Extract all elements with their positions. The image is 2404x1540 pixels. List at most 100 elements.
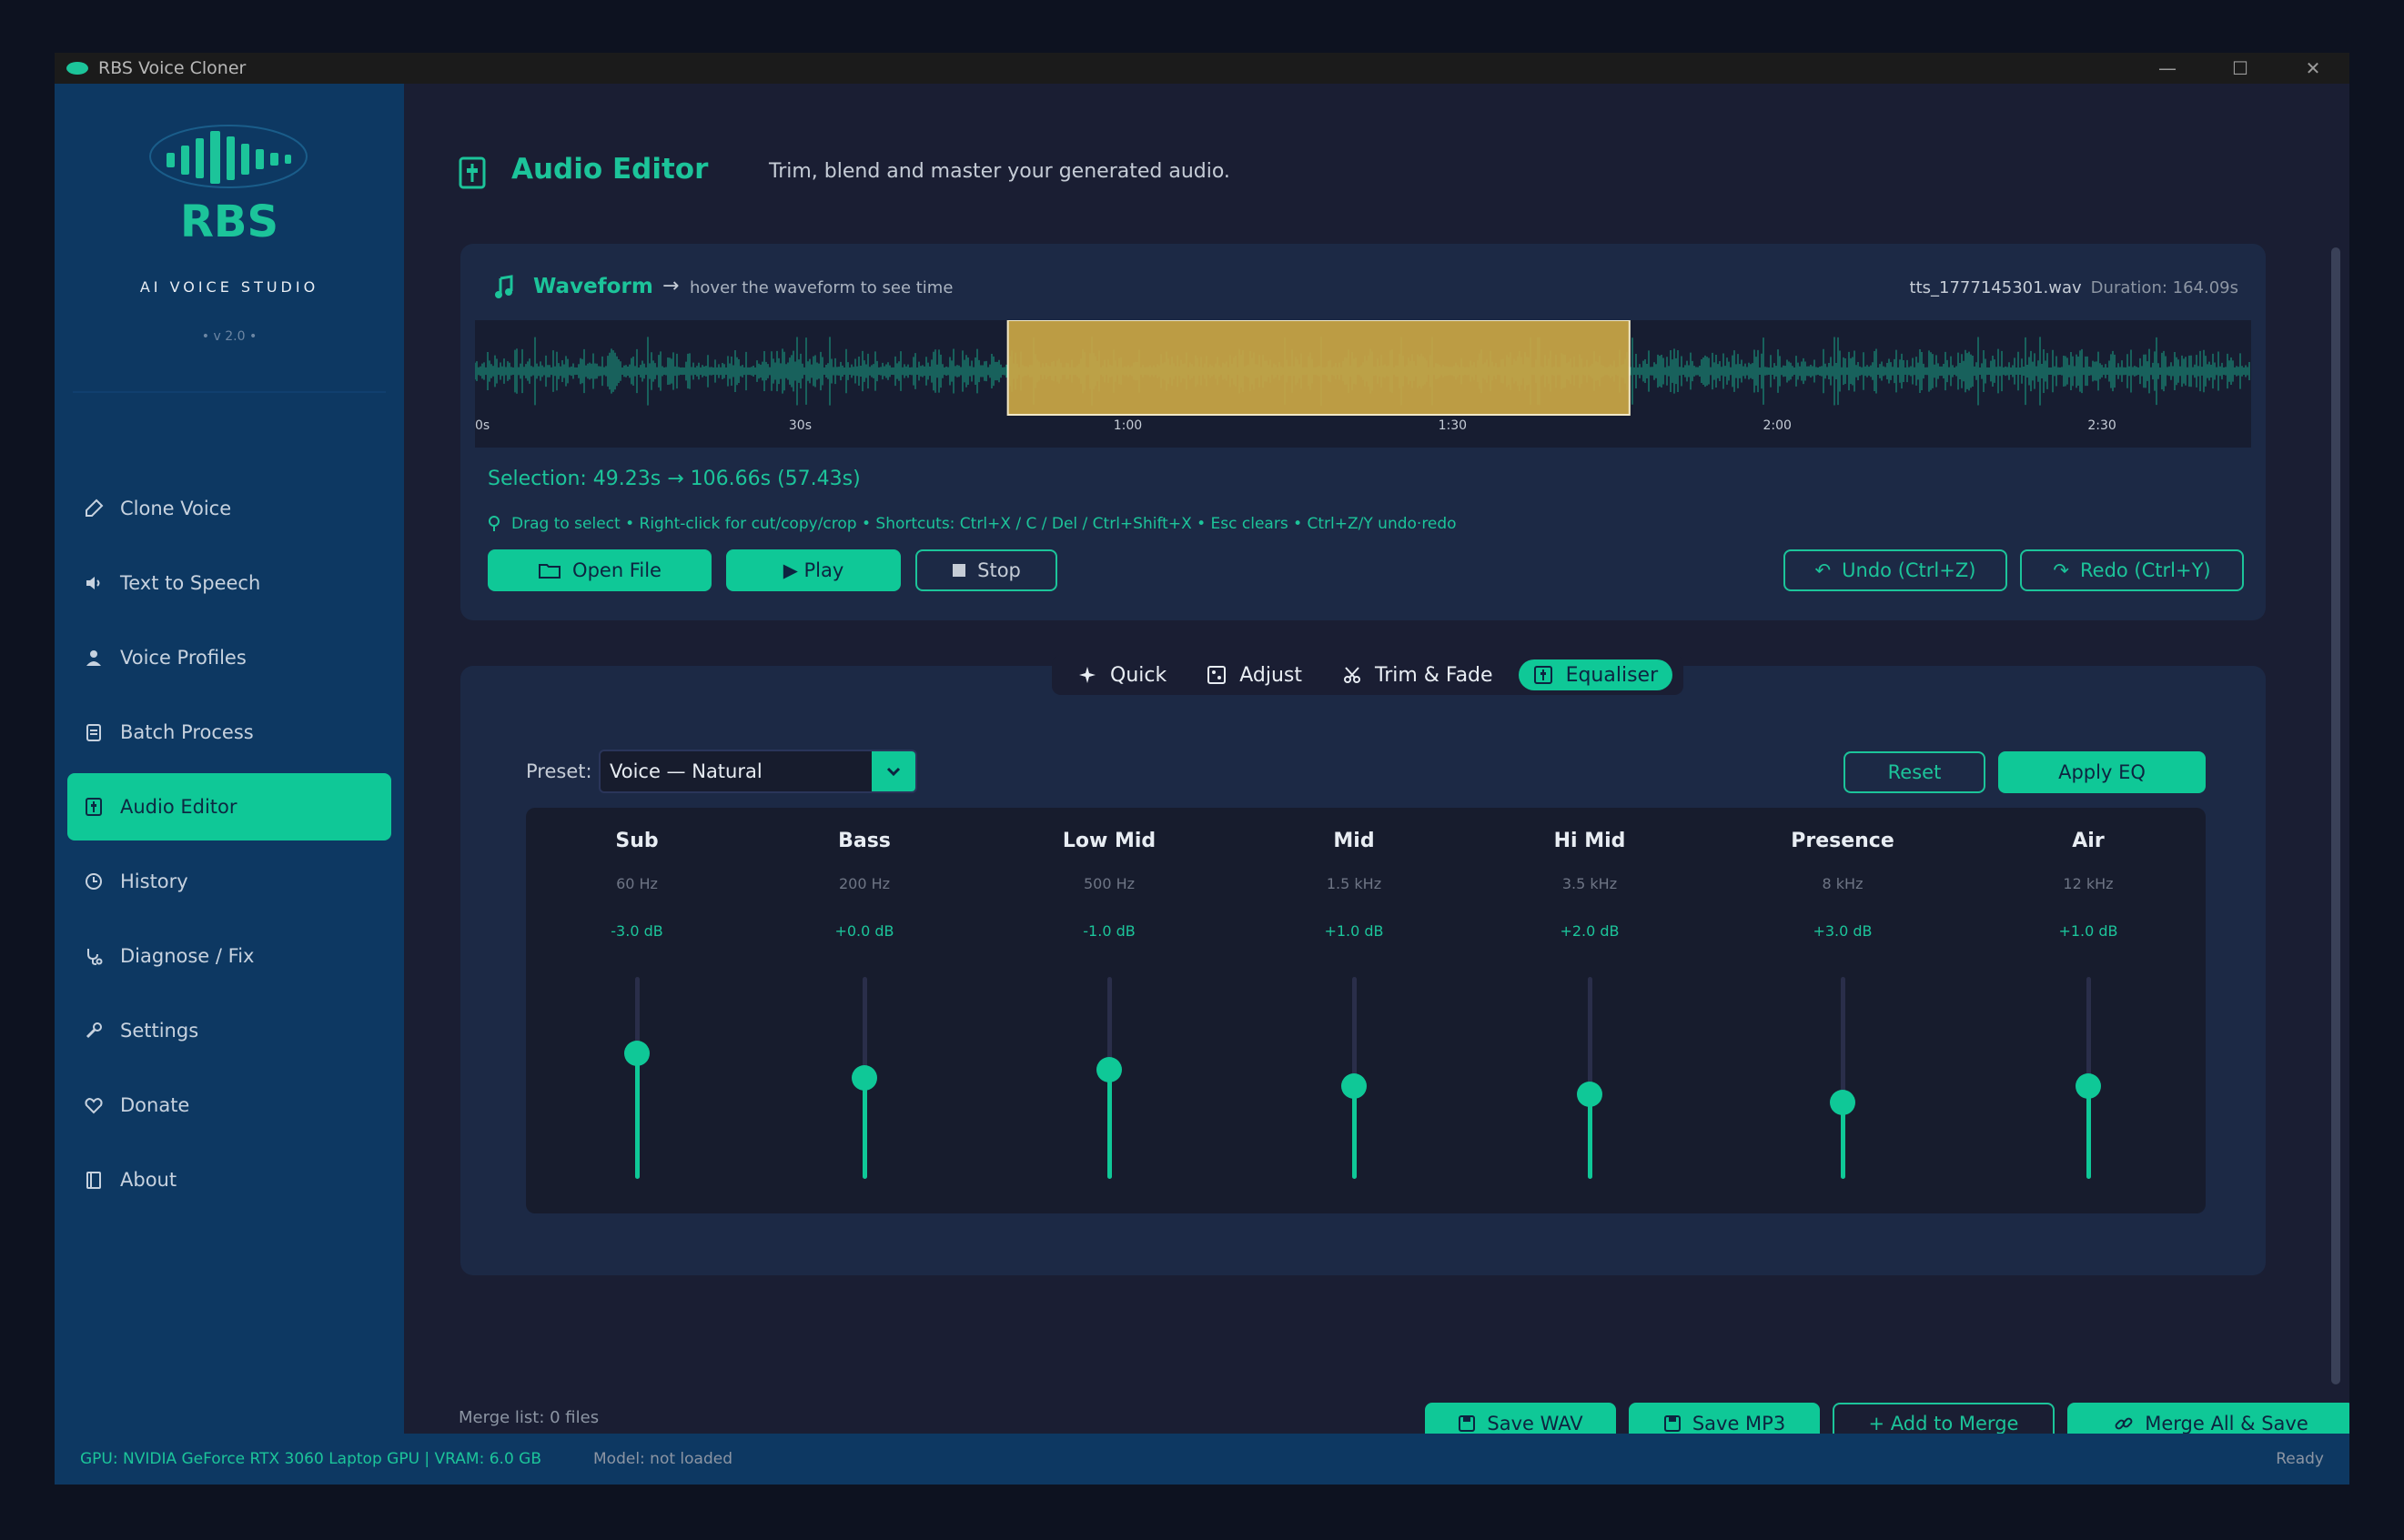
- logo: RBS AI VOICE STUDIO • v 2.0 •: [55, 84, 404, 402]
- tab-equaliser[interactable]: Equaliser: [1518, 659, 1673, 690]
- time-tick-label: 2:30: [2087, 418, 2116, 433]
- eq-band-name: Air: [2072, 830, 2105, 852]
- sidebar-item-label: Clone Voice: [120, 498, 232, 519]
- sidebar-item-label: Text to Speech: [120, 572, 261, 594]
- gpu-status: GPU: NVIDIA GeForce RTX 3060 Laptop GPU …: [80, 1450, 542, 1468]
- page-subtitle: Trim, blend and master your generated au…: [769, 160, 1230, 183]
- scrollbar[interactable]: [2331, 247, 2340, 1384]
- wrench-icon: [82, 1019, 106, 1042]
- sidebar-item-label: History: [120, 871, 188, 892]
- logo-text: RBS: [179, 196, 279, 247]
- sidebar-item-clone-voice[interactable]: Clone Voice: [67, 475, 391, 542]
- effects-card: Quick Adjust Trim & Fade Equaliser Prese…: [460, 655, 2266, 1275]
- waveform-hint: hover the waveform to see time: [690, 278, 954, 297]
- eq-band-low-mid: Low Mid 500 Hz -1.0 dB: [1027, 808, 1191, 1213]
- sidebar-item-diagnose[interactable]: Diagnose / Fix: [67, 922, 391, 990]
- reset-eq-button[interactable]: Reset: [1843, 751, 1985, 793]
- eq-slider-handle[interactable]: [1341, 1072, 1367, 1099]
- eq-band-frequency: 1.5 kHz: [1326, 875, 1382, 892]
- eq-band-frequency: 60 Hz: [616, 875, 658, 892]
- folder-icon: [538, 561, 561, 579]
- play-button[interactable]: ▶ Play: [726, 549, 901, 591]
- eq-slider-fill: [2086, 1085, 2091, 1179]
- sidebar-item-text-to-speech[interactable]: Text to Speech: [67, 549, 391, 617]
- sidebar-item-label: Batch Process: [120, 721, 254, 743]
- sidebar-item-label: Audio Editor: [120, 796, 237, 818]
- preset-select[interactable]: Voice — Natural: [599, 750, 917, 793]
- close-button[interactable]: ✕: [2277, 53, 2349, 84]
- eq-slider-handle[interactable]: [1830, 1089, 1855, 1115]
- tab-trim-fade[interactable]: Trim & Fade: [1328, 659, 1508, 690]
- logo-waveform-icon: [149, 125, 308, 188]
- selection-region[interactable]: [1006, 319, 1631, 416]
- eq-slider-handle[interactable]: [852, 1065, 877, 1091]
- scissors-icon: [1342, 665, 1362, 685]
- stop-button[interactable]: Stop: [915, 549, 1057, 591]
- sidebar: RBS AI VOICE STUDIO • v 2.0 • Clone Voic…: [55, 84, 404, 1434]
- sliders-icon: [82, 795, 106, 819]
- sidebar-item-voice-profiles[interactable]: Voice Profiles: [67, 624, 391, 691]
- equaliser-panel: Sub 60 Hz -3.0 dB Bass 200 Hz +0.0 dB Low Mid 5…: [526, 808, 2206, 1213]
- eq-slider-fill: [863, 1078, 867, 1179]
- arrow-icon: →: [662, 275, 680, 297]
- redo-button[interactable]: ↷ Redo (Ctrl+Y): [2020, 549, 2244, 591]
- chevron-down-icon[interactable]: [872, 751, 915, 791]
- file-name: tts_1777145301.wav: [1909, 278, 2082, 297]
- minimize-button[interactable]: —: [2131, 53, 2204, 84]
- duration-label: Duration: 164.09s: [2090, 278, 2238, 297]
- undo-icon: ↶: [1814, 559, 1832, 581]
- sidebar-item-settings[interactable]: Settings: [67, 997, 391, 1064]
- selection-readout: Selection: 49.23s → 106.66s (57.43s): [488, 468, 861, 490]
- sidebar-item-audio-editor[interactable]: Audio Editor: [67, 773, 391, 840]
- eq-band-frequency: 200 Hz: [838, 875, 891, 892]
- merge-list-label: Merge list: 0 files: [459, 1408, 600, 1427]
- waveform-view[interactable]: 0s 30s 1:00 1:30 2:00 2:30: [474, 319, 2251, 448]
- sidebar-item-batch-process[interactable]: Batch Process: [67, 699, 391, 766]
- sidebar-item-history[interactable]: History: [67, 848, 391, 915]
- preset-label: Preset:: [526, 760, 592, 782]
- sidebar-item-donate[interactable]: Donate: [67, 1072, 391, 1139]
- version-label: • v 2.0 •: [201, 329, 258, 344]
- eq-slider-handle[interactable]: [1096, 1057, 1122, 1083]
- waveform-plot[interactable]: 0s 30s 1:00 1:30 2:00 2:30: [474, 319, 2251, 448]
- redo-icon: ↷: [2053, 559, 2069, 581]
- eq-band-gain: -1.0 dB: [1083, 922, 1136, 940]
- eq-band-presence: Presence 8 kHz +3.0 dB: [1761, 808, 1924, 1213]
- lightbulb-icon: [489, 516, 500, 531]
- eq-band-gain: +1.0 dB: [2058, 922, 2118, 940]
- equaliser-icon: [1533, 665, 1553, 685]
- time-tick-label: 30s: [789, 418, 812, 433]
- window-title: RBS Voice Cloner: [98, 58, 247, 78]
- undo-button[interactable]: ↶ Undo (Ctrl+Z): [1783, 549, 2007, 591]
- main-content: Audio Editor Trim, blend and master your…: [404, 84, 2349, 1444]
- eq-band-name: Presence: [1791, 830, 1894, 852]
- sidebar-nav: Clone Voice Text to Speech Voice Profile…: [67, 475, 391, 1221]
- stop-icon: [952, 563, 966, 578]
- audio-editor-icon: [459, 156, 486, 189]
- eq-band-air: Air 12 kHz +1.0 dB: [2006, 808, 2170, 1213]
- apply-eq-button[interactable]: Apply EQ: [1998, 751, 2206, 793]
- tab-adjust[interactable]: Adjust: [1192, 659, 1317, 690]
- eq-slider-fill: [635, 1053, 640, 1179]
- waveform-card: Waveform → hover the waveform to see tim…: [460, 244, 2266, 620]
- maximize-button[interactable]: ☐: [2204, 53, 2277, 84]
- save-icon: [1458, 1414, 1476, 1433]
- eq-slider-handle[interactable]: [2076, 1072, 2101, 1099]
- open-file-button[interactable]: Open File: [488, 549, 712, 591]
- link-icon: [2114, 1414, 2134, 1434]
- ready-status: Ready: [2276, 1450, 2324, 1468]
- eq-band-gain: +0.0 dB: [834, 922, 894, 940]
- heart-icon: [82, 1093, 106, 1117]
- eq-band-gain: -3.0 dB: [611, 922, 663, 940]
- effects-tabs: Quick Adjust Trim & Fade Equaliser: [1052, 655, 1684, 695]
- tab-quick[interactable]: Quick: [1063, 659, 1181, 690]
- eq-band-name: Sub: [615, 830, 659, 852]
- stethoscope-icon: [82, 944, 106, 968]
- eq-band-frequency: 12 kHz: [2063, 875, 2114, 892]
- sidebar-item-about[interactable]: About: [67, 1146, 391, 1213]
- sparkle-icon: [1077, 665, 1097, 685]
- eq-band-gain: +1.0 dB: [1324, 922, 1384, 940]
- app-logo-icon: [66, 62, 88, 75]
- eq-slider-handle[interactable]: [624, 1041, 650, 1067]
- eq-slider-handle[interactable]: [1577, 1081, 1602, 1107]
